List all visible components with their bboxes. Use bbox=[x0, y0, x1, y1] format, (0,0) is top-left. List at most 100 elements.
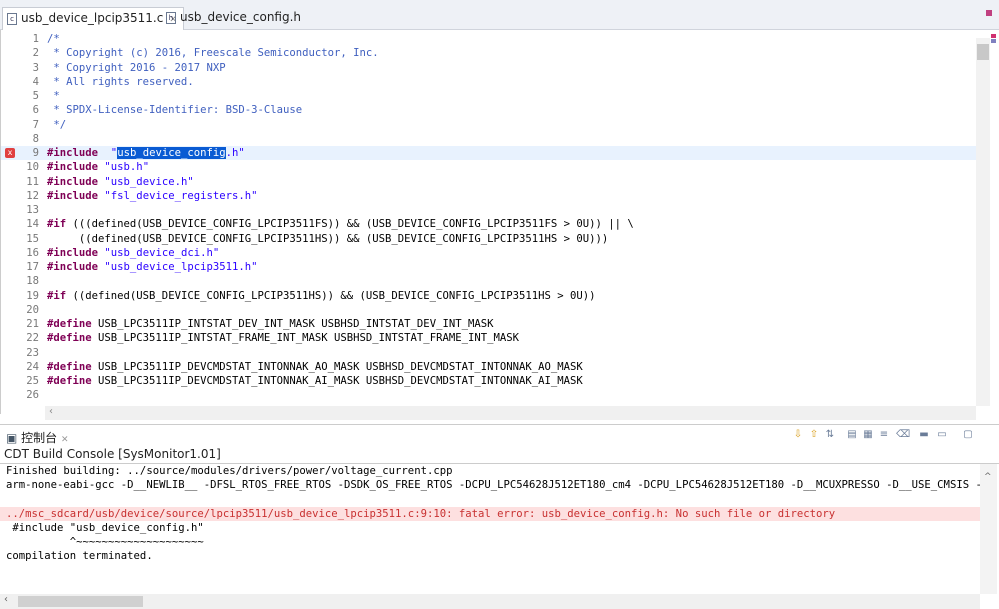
code-token: "usb_device.h" bbox=[104, 175, 194, 188]
code-line[interactable]: 10 #include "usb.h" bbox=[1, 160, 976, 174]
scroll-lock-icon[interactable]: ⇅ bbox=[824, 429, 836, 441]
vertical-scrollbar[interactable] bbox=[976, 38, 990, 406]
code-token: * bbox=[47, 90, 60, 102]
line-number: 20 bbox=[26, 303, 39, 316]
line-number: 6 bbox=[32, 104, 39, 117]
code-line[interactable]: 15 ((defined(USB_DEVICE_CONFIG_LPCIP3511… bbox=[1, 232, 976, 246]
code-line[interactable]: 24 #define USB_LPC3511IP_DEVCMDSTAT_INTON… bbox=[1, 360, 976, 374]
code-line[interactable]: 19 #if ((defined(USB_DEVICE_CONFIG_LPCIP3… bbox=[1, 289, 976, 303]
line-number: 13 bbox=[26, 204, 39, 216]
line-number: 26 bbox=[26, 389, 39, 402]
overview-error-marker[interactable] bbox=[991, 34, 996, 38]
code-token: "usb_device_lpcip3511.h" bbox=[104, 261, 258, 273]
code-token: #include bbox=[47, 147, 99, 159]
line-number: 1 bbox=[32, 33, 39, 45]
code-line[interactable]: 3 * Copyright 2016 - 2017 NXP bbox=[1, 61, 976, 75]
code-token: #if bbox=[47, 218, 67, 231]
code-token: #define bbox=[47, 332, 92, 345]
console-line: compilation terminated. bbox=[6, 550, 153, 563]
horizontal-scrollbar[interactable]: ‹ bbox=[45, 406, 976, 420]
code-line[interactable]: 14 #if (((defined(USB_DEVICE_CONFIG_LPCIP… bbox=[1, 217, 976, 231]
code-token: #include bbox=[47, 161, 99, 174]
console-line: ^~~~~~~~~~~~~~~~~~~~~ bbox=[6, 535, 204, 548]
code-line[interactable]: 13 bbox=[1, 203, 976, 217]
line-number: 5 bbox=[32, 90, 39, 102]
code-token: usb_device_config bbox=[117, 147, 226, 159]
code-line[interactable]: 17 #include "usb_device_lpcip3511.h" bbox=[1, 260, 976, 274]
code-token: * SPDX-License-Identifier: BSD-3-Clause bbox=[47, 104, 303, 117]
code-token: #define bbox=[47, 318, 92, 330]
tab-usb-device-config-h[interactable]: h usb_device_config.h bbox=[162, 7, 307, 30]
maximize-icon[interactable] bbox=[986, 10, 992, 16]
code-line[interactable]: 16 #include "usb_device_dci.h" bbox=[1, 246, 976, 260]
pin-icon[interactable]: ▦ bbox=[862, 429, 874, 441]
code-line[interactable]: 26 bbox=[1, 388, 976, 402]
code-line[interactable]: 12 #include "fsl_device_registers.h" bbox=[1, 189, 976, 203]
line-number: 2 bbox=[32, 47, 39, 60]
code-token: * Copyright (c) 2016, Freescale Semicond… bbox=[47, 47, 379, 60]
code-token: #define bbox=[47, 375, 92, 387]
console-output[interactable]: Finished building: ../source/modules/dri… bbox=[0, 463, 999, 609]
scroll-down-icon[interactable]: ⇩ bbox=[792, 429, 804, 441]
tab-usb-device-lpcip3511-c[interactable]: c usb_device_lpcip3511.c ✕ bbox=[2, 7, 184, 30]
console-line: Finished building: ../source/modules/dri… bbox=[6, 465, 453, 477]
scroll-thumb[interactable] bbox=[977, 44, 989, 60]
code-line[interactable]: 6 * SPDX-License-Identifier: BSD-3-Claus… bbox=[1, 103, 976, 117]
line-number: 17 bbox=[26, 261, 39, 273]
h-file-icon: h bbox=[166, 12, 176, 24]
line-number: 14 bbox=[26, 218, 39, 231]
code-token: USB_LPC3511IP_DEVCMDSTAT_INTONNAK_AI_MAS… bbox=[91, 375, 583, 387]
code-token: #define bbox=[47, 360, 92, 373]
close-icon[interactable]: ✕ bbox=[61, 435, 69, 445]
line-number: 4 bbox=[32, 75, 39, 88]
code-line[interactable]: 5 * bbox=[1, 89, 976, 103]
show-console-icon[interactable]: ▤ bbox=[846, 429, 858, 441]
open-console-icon[interactable]: ▬ bbox=[918, 429, 930, 441]
console-title: CDT Build Console [SysMonitor1.01] bbox=[4, 447, 221, 461]
clear-console-icon[interactable]: ⌫ bbox=[896, 429, 910, 441]
code-line[interactable]: 18 bbox=[1, 274, 976, 288]
code-line[interactable]: x 9 #include "usb_device_config.h" bbox=[1, 146, 976, 161]
code-line[interactable]: 4 * All rights reserved. bbox=[1, 75, 976, 89]
code-token: .h" bbox=[225, 147, 245, 159]
line-number: 12 bbox=[26, 189, 39, 202]
code-token: #include bbox=[47, 175, 99, 188]
scroll-thumb[interactable] bbox=[18, 596, 143, 607]
editor-tabs: c usb_device_lpcip3511.c ✕ h usb_device_con… bbox=[0, 0, 999, 30]
code-token: * All rights reserved. bbox=[47, 75, 194, 88]
line-number: 11 bbox=[26, 175, 39, 188]
code-line[interactable]: 20 bbox=[1, 303, 976, 317]
code-line[interactable]: 23 bbox=[1, 346, 976, 360]
new-console-icon[interactable]: ▢ bbox=[962, 429, 974, 441]
code-line[interactable]: 11 #include "usb_device.h" bbox=[1, 175, 976, 189]
code-line[interactable]: 22 #define USB_LPC3511IP_INTSTAT_FRAME_IN… bbox=[1, 331, 976, 345]
overview-marker[interactable] bbox=[991, 39, 996, 43]
console-horizontal-scrollbar[interactable]: ‹ bbox=[0, 594, 980, 609]
line-number: 18 bbox=[26, 275, 39, 288]
code-token: */ bbox=[47, 118, 67, 131]
console-vertical-scrollbar[interactable]: ^ bbox=[980, 464, 997, 594]
line-number: 22 bbox=[26, 332, 39, 345]
code-line[interactable]: 25 #define USB_LPC3511IP_DEVCMDSTAT_INTON… bbox=[1, 374, 976, 388]
scroll-up-icon[interactable]: ⇧ bbox=[808, 429, 820, 441]
code-line[interactable]: 2 * Copyright (c) 2016, Freescale Semico… bbox=[1, 46, 976, 60]
line-number: 25 bbox=[26, 375, 39, 387]
error-marker-icon[interactable]: x bbox=[5, 148, 15, 158]
code-lines[interactable]: 1/* 2 * Copyright (c) 2016, Freescale Sem… bbox=[1, 32, 976, 403]
display-console-icon[interactable]: ▭ bbox=[936, 429, 948, 441]
code-line[interactable]: 1 /* bbox=[1, 32, 976, 46]
line-number: 16 bbox=[26, 246, 39, 259]
code-line[interactable]: 7 */ bbox=[1, 118, 976, 132]
code-token: USB_LPC3511IP_INTSTAT_DEV_INT_MASK USBHS… bbox=[91, 318, 494, 330]
line-number: 23 bbox=[26, 346, 39, 359]
code-editor[interactable]: 1/* 2 * Copyright (c) 2016, Freescale Sem… bbox=[0, 30, 999, 420]
word-wrap-icon[interactable]: ≡ bbox=[878, 429, 890, 441]
code-token: /* bbox=[47, 33, 60, 45]
code-token: (((defined(USB_DEVICE_CONFIG_LPCIP3511FS… bbox=[66, 218, 634, 231]
tab-console[interactable]: ▣ 控制台 ✕ bbox=[6, 429, 69, 446]
code-line[interactable]: 8 bbox=[1, 132, 976, 146]
code-line[interactable]: 21 #define USB_LPC3511IP_INTSTAT_DEV_INT_… bbox=[1, 317, 976, 331]
code-token: "fsl_device_registers.h" bbox=[104, 189, 258, 202]
c-file-icon: c bbox=[7, 13, 17, 25]
